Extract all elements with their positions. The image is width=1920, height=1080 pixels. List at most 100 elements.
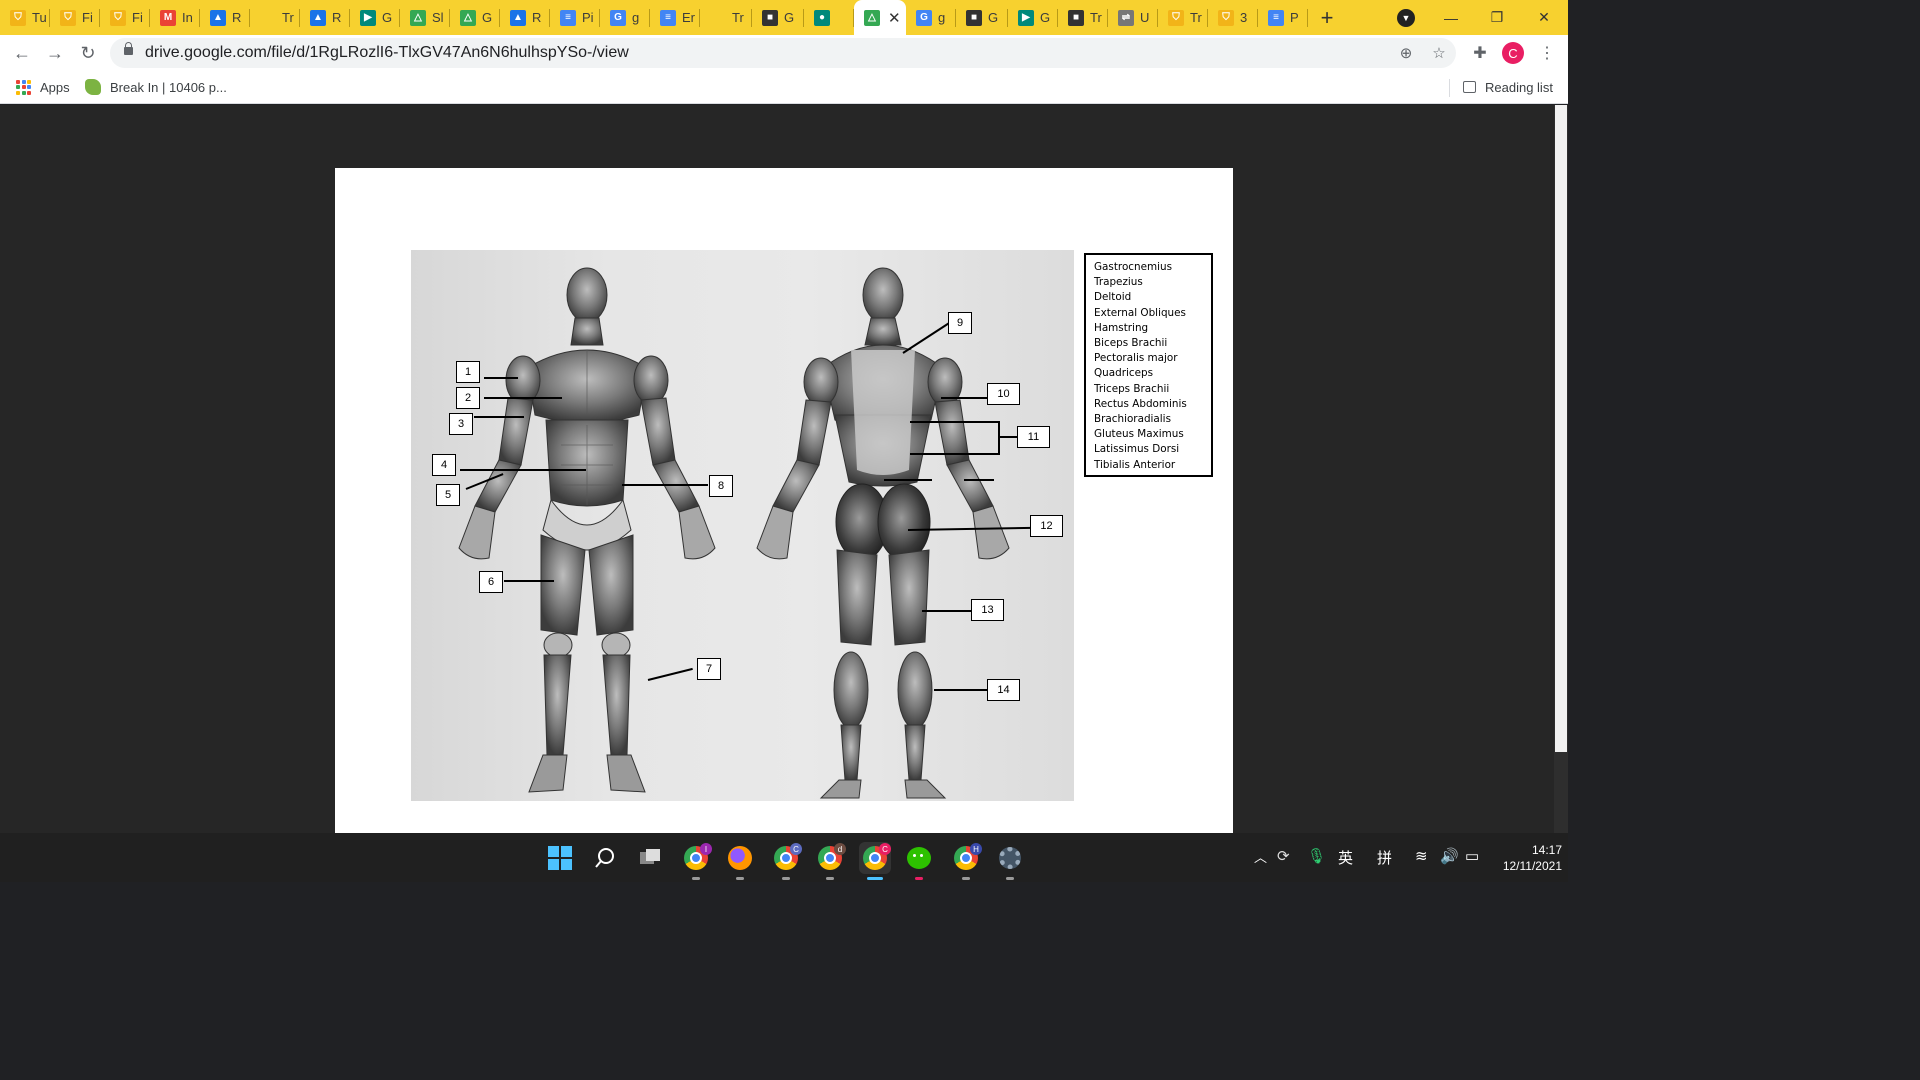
sync-icon[interactable]: ⟳	[1277, 847, 1290, 865]
profile-badge: d	[834, 843, 846, 855]
browser-tab[interactable]: ■ Tr	[1058, 0, 1108, 35]
profile-avatar[interactable]: C	[1502, 42, 1524, 64]
menu-kebab-icon[interactable]: ⋮	[1534, 40, 1560, 66]
browser-tab[interactable]: ⛉ 3	[1208, 0, 1258, 35]
browser-tab[interactable]: ⛉ Fi	[100, 0, 150, 35]
browser-tab[interactable]: Tr	[700, 0, 752, 35]
taskbar-chrome-3[interactable]: d	[814, 842, 846, 880]
browser-tab[interactable]: ▲ R	[500, 0, 550, 35]
url-text: drive.google.com/file/d/1RgLRozlI6-TlxGV…	[145, 44, 629, 61]
tab-title: Tr	[732, 10, 744, 25]
forward-button[interactable]: →	[41, 39, 69, 67]
tab-search-icon[interactable]: ▼	[1397, 9, 1415, 27]
browser-tab[interactable]: Tr	[250, 0, 300, 35]
taskbar-firefox[interactable]	[724, 842, 756, 880]
muscle-anatomy-illustration	[458, 267, 1010, 799]
address-bar[interactable]: drive.google.com/file/d/1RgLRozlI6-TlxGV…	[110, 38, 1456, 68]
windows-logo-icon	[548, 846, 572, 870]
system-clock[interactable]: 14:17 12/11/2021	[1492, 842, 1562, 874]
taskbar-chrome-1[interactable]: I	[680, 842, 712, 880]
apps-label: Apps	[40, 79, 70, 95]
tab-title: G	[482, 10, 493, 25]
chevron-up-icon[interactable]: ︿	[1254, 847, 1267, 866]
label-box-12: 12	[1030, 515, 1063, 537]
browser-tab[interactable]: Gg	[600, 0, 650, 35]
bookmark-label: Break In | 10406 p...	[110, 79, 227, 95]
input-language-en[interactable]: 英	[1338, 847, 1353, 868]
start-button[interactable]	[544, 842, 576, 874]
wifi-icon[interactable]: ≋	[1415, 847, 1428, 865]
bookmarks-divider	[1449, 79, 1450, 97]
bookmark-star-icon[interactable]: ☆	[1428, 42, 1450, 64]
word-bank-item: External Obliques	[1094, 306, 1186, 319]
viewer-scrollbar-thumb[interactable]	[1555, 105, 1567, 752]
clock-date: 12/11/2021	[1502, 859, 1562, 873]
wechat-icon	[907, 847, 931, 869]
taskbar-chrome-4[interactable]: C	[859, 842, 891, 880]
browser-tab[interactable]: ⛉ Fi	[50, 0, 100, 35]
apps-grid-icon	[16, 79, 31, 95]
browser-tab[interactable]: △ Sl	[400, 0, 450, 35]
browser-tab[interactable]: ■ G	[956, 0, 1008, 35]
taskbar-chrome-2[interactable]: C	[770, 842, 802, 880]
bookmark-break-in[interactable]: Break In | 10406 p...	[85, 78, 227, 96]
word-bank-item: Trapezius	[1094, 276, 1143, 289]
leader-line-11b	[910, 453, 1000, 455]
classroom-icon: ▲	[210, 9, 226, 26]
browser-tab[interactable]: ▲ R	[200, 0, 250, 35]
tab-title: Fi	[132, 10, 143, 25]
microphone-icon[interactable]: 🎙	[1307, 847, 1326, 865]
task-view-button[interactable]	[634, 842, 666, 874]
gluteal-region	[835, 483, 931, 561]
profile-badge: H	[970, 843, 982, 855]
school-shield-icon: ⛉	[60, 9, 76, 26]
volume-icon[interactable]: 🔊	[1440, 847, 1459, 865]
browser-tab[interactable]: ⛉ Tr	[1158, 0, 1208, 35]
battery-icon[interactable]: ▭	[1465, 847, 1479, 865]
taskbar-wechat[interactable]	[903, 842, 935, 880]
profile-badge: C	[790, 843, 802, 855]
browser-tab[interactable]: ▶ G	[350, 0, 400, 35]
extensions-puzzle-icon[interactable]: ✚	[1467, 40, 1493, 66]
browser-tab[interactable]: ≡ Pi	[550, 0, 600, 35]
leader-line-11a	[910, 421, 1000, 423]
close-window-button[interactable]: ✕	[1521, 0, 1567, 35]
new-tab-button[interactable]: +	[1308, 0, 1346, 35]
close-tab-icon[interactable]: ✕	[888, 9, 901, 27]
zoom-icon[interactable]: ⊕	[1395, 42, 1417, 64]
taskbar-chrome-5[interactable]: H	[950, 842, 982, 880]
google-icon: G	[916, 9, 932, 26]
tab-title: R	[532, 10, 542, 25]
meet-icon: ▶	[360, 9, 376, 26]
minimize-button[interactable]: —	[1428, 0, 1474, 35]
browser-tab[interactable]: Gg	[906, 0, 956, 35]
back-button[interactable]: ←	[8, 39, 36, 67]
reading-list-button[interactable]: Reading list	[1463, 78, 1553, 96]
browser-tab[interactable]: ⇌ U	[1108, 0, 1158, 35]
gmail-icon: M	[160, 9, 176, 26]
restore-button[interactable]: ❐	[1474, 0, 1520, 35]
browser-tab[interactable]: ⛉ Tu	[0, 0, 50, 35]
label-box-11: 11	[1017, 426, 1050, 448]
tab-active[interactable]: △ ✕	[854, 0, 906, 35]
reload-button[interactable]: ↻	[74, 39, 102, 67]
browser-tab[interactable]: ▲ R	[300, 0, 350, 35]
search-button[interactable]	[589, 842, 621, 874]
browser-tab[interactable]: ≡ P	[1258, 0, 1308, 35]
gear-icon	[999, 847, 1021, 869]
apps-bookmark[interactable]: Apps	[16, 78, 70, 96]
browser-tab[interactable]: ≡ Er	[650, 0, 700, 35]
browser-tab[interactable]: M In	[150, 0, 200, 35]
profile-badge: I	[700, 843, 712, 855]
label-box-14: 14	[987, 679, 1020, 701]
tab-title: G	[784, 10, 795, 25]
browser-tab[interactable]: △ G	[450, 0, 500, 35]
browser-tab[interactable]: ▶ G	[1008, 0, 1058, 35]
taskbar-settings[interactable]	[994, 842, 1026, 880]
browser-tab[interactable]: ●	[804, 0, 854, 35]
tab-title: R	[232, 10, 242, 25]
label-box-8: 8	[709, 475, 733, 497]
input-method-pinyin[interactable]: 拼	[1377, 847, 1392, 868]
browser-tab[interactable]: ■ G	[752, 0, 804, 35]
front-body	[458, 267, 716, 793]
